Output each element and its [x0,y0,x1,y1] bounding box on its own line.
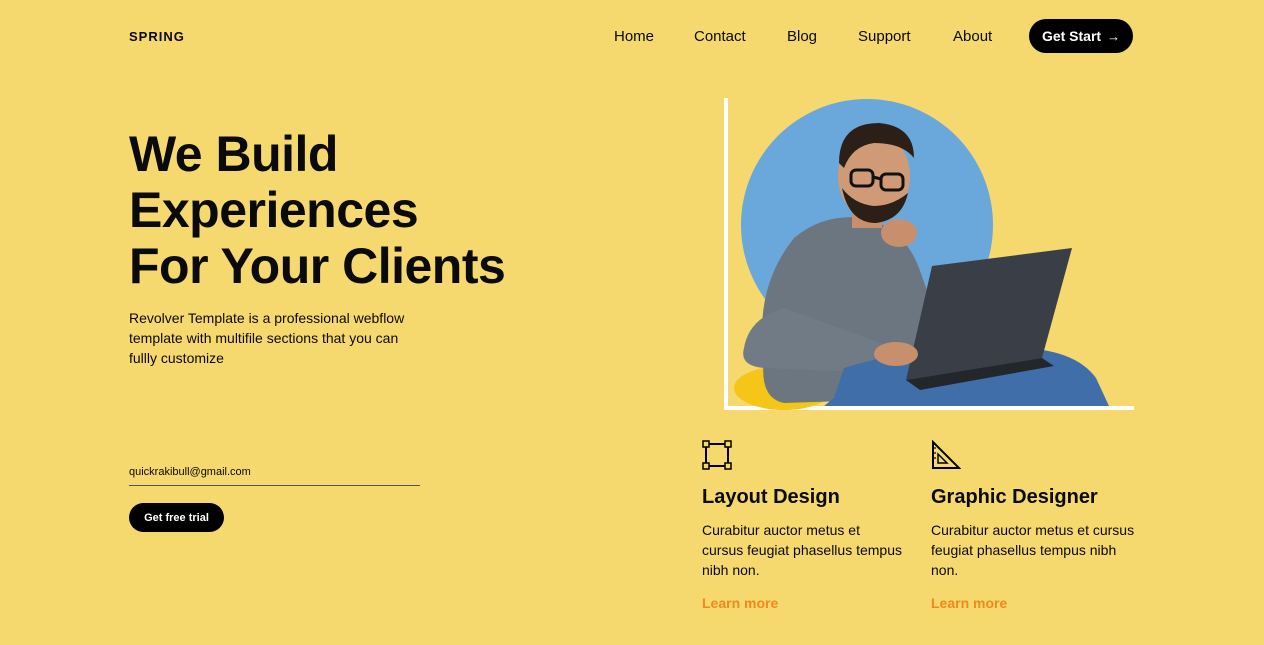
feature-text: Curabitur auctor metus et cursus feugiat… [931,522,1135,578]
nav-home[interactable]: Home [614,28,654,45]
feature-card: Layout Design Curabitur auctor metus et … [702,440,902,613]
nav-blog[interactable]: Blog [787,28,817,45]
hero-description: Revolver Template is a professional webf… [129,310,405,366]
feature-title: Graphic Designer [931,486,1098,508]
hero-image [724,98,1134,410]
hero-title-line: We Build [129,126,338,182]
learn-more-link[interactable]: Learn more [702,595,778,611]
feature-card: Graphic Designer Curabitur auctor metus … [931,440,1146,613]
email-input[interactable] [129,459,420,486]
nav-about[interactable]: About [953,28,992,45]
get-start-button[interactable]: Get Start → [1029,19,1133,53]
get-free-trial-button[interactable]: Get free trial [129,503,224,532]
arrow-right-icon: → [1107,28,1121,44]
hero-title-line: Experiences [129,182,419,238]
top-nav: Home Contact Blog Support About Get Star… [0,19,1264,55]
nav-contact[interactable]: Contact [694,28,746,45]
nav-support[interactable]: Support [858,28,911,45]
hero-title: We Build Experiences For Your Clients [129,126,506,294]
learn-more-link[interactable]: Learn more [931,595,1007,611]
crop-frame-icon [702,440,732,470]
triangle-ruler-icon [932,440,961,469]
feature-text: Curabitur auctor metus et cursus feugiat… [702,522,902,578]
hero-title-line: For Your Clients [129,238,506,294]
get-start-label: Get Start [1041,28,1102,44]
feature-title: Layout Design [702,486,840,508]
